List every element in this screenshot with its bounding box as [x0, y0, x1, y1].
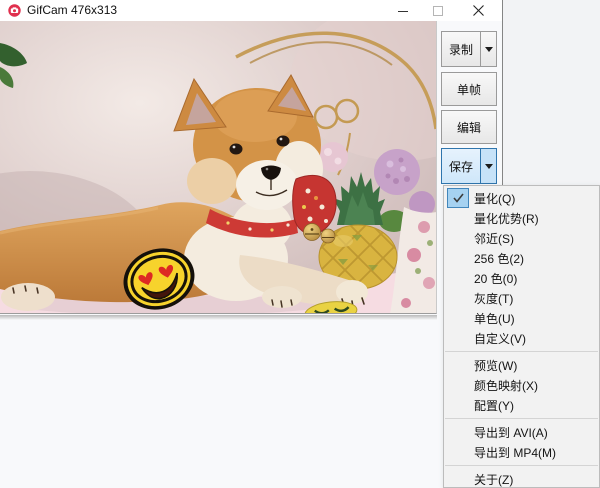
capture-area-photo — [0, 21, 437, 314]
menu-separator — [445, 418, 598, 419]
single-frame-button[interactable]: 单帧 — [441, 72, 497, 106]
menu-item-256-colors[interactable]: 256 色(2) — [444, 248, 599, 268]
chevron-down-icon — [484, 163, 493, 169]
checkmark-icon — [452, 193, 464, 203]
menu-item-about[interactable]: 关于(Z) — [444, 469, 599, 487]
record-dropdown-button[interactable] — [481, 32, 496, 66]
menu-item-grayscale[interactable]: 灰度(T) — [444, 288, 599, 308]
save-dropdown-button[interactable] — [481, 149, 496, 183]
save-dropdown-menu: 量化(Q) 量化优势(R) 邻近(S) 256 色(2) 20 色(0) 灰度(… — [443, 185, 600, 488]
record-button-label: 录制 — [448, 42, 473, 57]
close-button[interactable] — [461, 0, 495, 21]
checked-indicator — [447, 188, 469, 208]
gifcam-window: GifCam 476x313 录制 单帧 编辑 保存 — [0, 0, 503, 488]
maximize-button[interactable] — [423, 0, 453, 21]
gifcam-app-icon[interactable] — [8, 4, 21, 17]
menu-item-color-mapping[interactable]: 颜色映射(X) — [444, 375, 599, 395]
menu-item-export-avi[interactable]: 导出到 AVI(A) — [444, 422, 599, 442]
menu-separator — [445, 465, 598, 466]
menu-item-quantize-dither[interactable]: 量化优势(R) — [444, 208, 599, 228]
minimize-icon — [398, 10, 408, 12]
menu-item-export-mp4[interactable]: 导出到 MP4(M) — [444, 442, 599, 462]
menu-item-preview[interactable]: 预览(W) — [444, 355, 599, 375]
screen: { "window": { "title": "GifCam 476x313",… — [0, 0, 600, 488]
menu-item-20-colors[interactable]: 20 色(0) — [444, 268, 599, 288]
menu-item-config[interactable]: 配置(Y) — [444, 395, 599, 415]
maximize-icon — [433, 5, 443, 16]
chevron-down-icon — [484, 46, 493, 52]
single-frame-button-label: 单帧 — [456, 82, 481, 97]
photo-bottom-shadow — [0, 315, 437, 320]
menu-separator — [445, 351, 598, 352]
menu-item-custom[interactable]: 自定义(V) — [444, 328, 599, 348]
minimize-button[interactable] — [388, 0, 418, 21]
save-button-label: 保存 — [448, 159, 473, 174]
window-title: GifCam 476x313 — [27, 3, 118, 17]
record-button[interactable]: 录制 — [441, 31, 497, 67]
titlebar: GifCam 476x313 — [0, 0, 502, 21]
menu-item-quantize[interactable]: 量化(Q) — [444, 188, 599, 208]
edit-button-label: 编辑 — [456, 120, 481, 135]
menu-item-nearest[interactable]: 邻近(S) — [444, 228, 599, 248]
edit-button[interactable]: 编辑 — [441, 110, 497, 144]
close-icon — [472, 5, 484, 16]
save-button[interactable]: 保存 — [441, 148, 497, 184]
menu-item-monochrome[interactable]: 单色(U) — [444, 308, 599, 328]
